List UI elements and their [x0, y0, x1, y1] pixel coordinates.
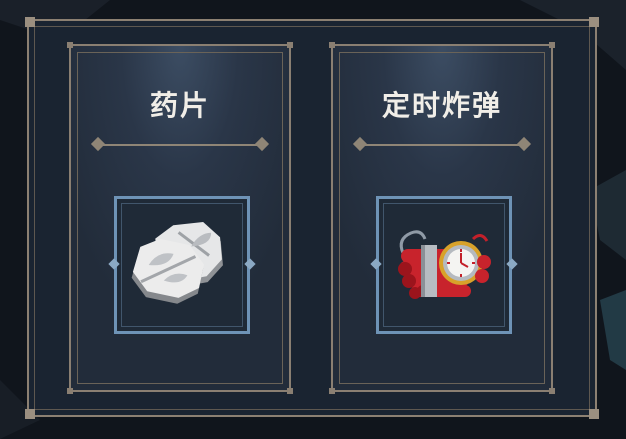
slot-ornament	[370, 258, 382, 270]
card-corner	[549, 388, 555, 394]
selection-panel-frame: 药片 定时炸弹	[25, 17, 599, 419]
card-corner	[549, 42, 555, 48]
card-corner	[287, 388, 293, 394]
card-corner	[329, 42, 335, 48]
card-title: 药片	[149, 89, 210, 122]
item-card-time-bomb[interactable]: 定时炸弹	[329, 42, 555, 394]
slot-ornament	[244, 258, 256, 270]
card-title: 定时炸弹	[381, 89, 502, 122]
frame-corner	[25, 17, 35, 27]
frame-corner	[589, 409, 599, 419]
frame-corner	[25, 409, 35, 419]
frame-corner	[589, 17, 599, 27]
card-corner	[329, 388, 335, 394]
item-slot[interactable]	[108, 196, 256, 334]
item-slot[interactable]	[370, 196, 518, 334]
time-bomb-icon	[398, 230, 491, 299]
title-divider	[99, 144, 261, 146]
card-corner	[287, 42, 293, 48]
pill-icon	[131, 222, 223, 304]
title-divider	[361, 144, 523, 146]
slot-ornament	[108, 258, 120, 270]
slot-ornament	[506, 258, 518, 270]
card-corner	[67, 388, 73, 394]
item-card-pills[interactable]: 药片	[67, 42, 293, 394]
card-corner	[67, 42, 73, 48]
